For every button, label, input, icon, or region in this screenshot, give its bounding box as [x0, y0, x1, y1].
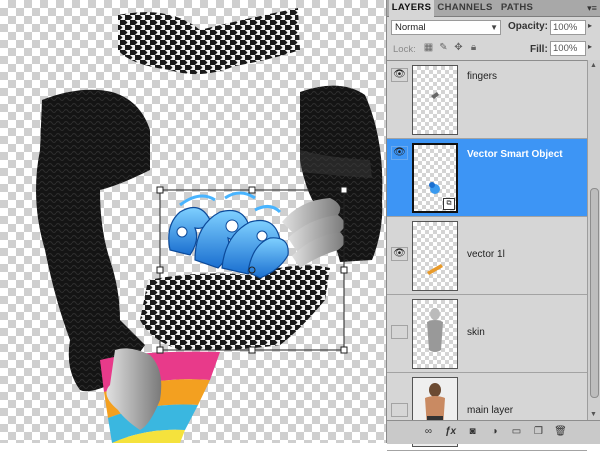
tab-paths[interactable]: PATHS: [496, 0, 538, 16]
fingers-right: [282, 198, 345, 268]
opacity-input[interactable]: 100%: [550, 20, 586, 35]
vector-1l-thumbnail-art: [427, 264, 443, 275]
tab-channels[interactable]: CHANNELS: [435, 0, 495, 16]
blend-mode-select[interactable]: Normal ▼: [391, 20, 501, 35]
document-canvas[interactable]: [0, 0, 386, 443]
fill-input[interactable]: 100%: [550, 41, 586, 56]
layer-row-skin[interactable]: skin: [387, 295, 587, 373]
vector-waves: [168, 191, 289, 279]
layers-scrollbar[interactable]: ▲ ▼: [587, 60, 600, 420]
tab-layers[interactable]: LAYERS: [389, 0, 434, 17]
layer-thumbnail: [412, 65, 458, 135]
visibility-toggle[interactable]: [391, 325, 408, 339]
opacity-label: Opacity:: [508, 21, 549, 32]
lock-all-icon[interactable]: 🔒︎: [468, 42, 479, 53]
visibility-toggle[interactable]: [391, 403, 408, 417]
layer-row-vector-1l[interactable]: 👁︎ vector 1l: [387, 217, 587, 295]
panel-menu-icon[interactable]: ▾≡: [585, 2, 599, 14]
layers-bottom-bar: ∞ ƒx ◙ ◑ ▭ ❐ 🗑︎: [387, 420, 600, 444]
new-group-icon[interactable]: ▭: [509, 425, 524, 439]
lock-image-icon[interactable]: ✎: [438, 42, 449, 53]
layer-thumbnail: ⧉: [412, 143, 458, 213]
eye-icon: 👁︎: [393, 248, 406, 259]
scroll-down-icon[interactable]: ▼: [590, 411, 597, 418]
eye-icon: 👁︎: [393, 69, 406, 80]
lock-label: Lock:: [393, 44, 416, 55]
layer-thumbnail: [412, 221, 458, 291]
layer-name[interactable]: main layer: [467, 405, 513, 416]
layer-name[interactable]: fingers: [467, 71, 497, 82]
visibility-toggle[interactable]: 👁︎: [391, 247, 408, 261]
visibility-toggle[interactable]: 👁︎: [391, 146, 408, 160]
fill-slider-arrow-icon[interactable]: ▸: [588, 42, 592, 51]
layer-mask-icon[interactable]: ◙: [465, 425, 480, 439]
skin-thumbnail-art: [427, 308, 443, 352]
layer-row-vector-smart-object[interactable]: 👁︎ ⧉ Vector Smart Object: [387, 139, 587, 217]
fx-icon[interactable]: ƒx: [443, 425, 458, 439]
layer-list: 👁︎ fingers 👁︎ ⧉ Vector Smart Object 👁︎ v…: [387, 60, 587, 451]
layer-name[interactable]: vector 1l: [467, 249, 505, 260]
fill-label: Fill:: [530, 44, 548, 55]
smart-object-icon: ⧉: [443, 198, 455, 210]
visibility-toggle[interactable]: 👁︎: [391, 68, 408, 82]
fingers-thumbnail-art: [431, 92, 439, 99]
blend-mode-value: Normal: [395, 22, 426, 33]
opacity-slider-arrow-icon[interactable]: ▸: [588, 21, 592, 30]
adjustment-layer-icon[interactable]: ◑: [487, 425, 502, 439]
layer-name[interactable]: Vector Smart Object: [467, 149, 563, 160]
link-layers-icon[interactable]: ∞: [421, 425, 436, 439]
layers-panel: LAYERS CHANNELS PATHS ▾≡ Normal ▼ Opacit…: [386, 0, 600, 451]
layer-row-fingers[interactable]: 👁︎ fingers: [387, 61, 587, 139]
layer-name[interactable]: skin: [467, 327, 485, 338]
chevron-down-icon: ▼: [490, 23, 498, 32]
lock-position-icon[interactable]: ✥: [453, 42, 464, 53]
trash-icon[interactable]: 🗑︎: [553, 425, 568, 439]
eye-icon: 👁︎: [393, 147, 406, 158]
panel-tabs: LAYERS CHANNELS PATHS ▾≡: [387, 0, 600, 17]
layer-thumbnail: [412, 299, 458, 369]
scroll-up-icon[interactable]: ▲: [590, 62, 597, 69]
lock-transparent-icon[interactable]: ▦: [423, 42, 434, 53]
scrollbar-thumb[interactable]: [590, 188, 599, 398]
artwork: [36, 8, 383, 443]
new-layer-icon[interactable]: ❐: [531, 425, 546, 439]
